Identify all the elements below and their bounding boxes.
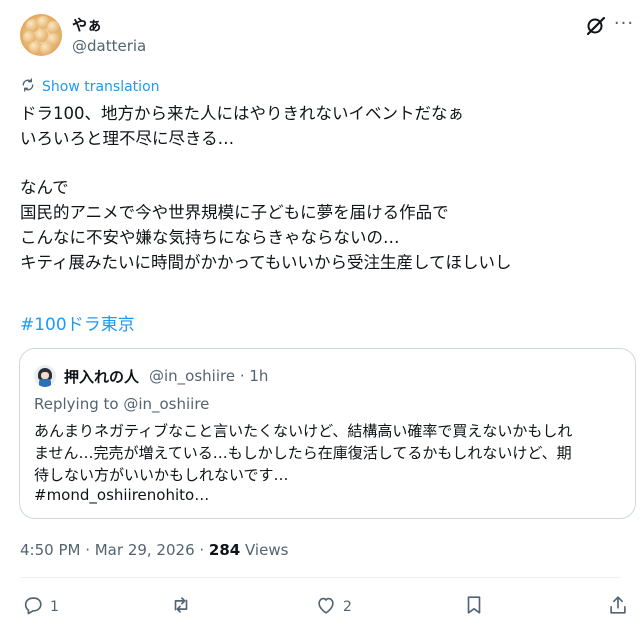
show-translation-link[interactable]: Show translation	[20, 77, 160, 97]
timestamp-text[interactable]: 4:50 PM · Mar 29, 2026 ·	[20, 541, 209, 559]
tweet-line: なんで	[20, 178, 69, 197]
author-avatar[interactable]	[20, 14, 62, 56]
quoted-replying-to: Replying to @in_oshiire	[34, 395, 210, 413]
share-button[interactable]	[607, 594, 629, 620]
bookmark-button[interactable]	[463, 594, 485, 620]
tweet-line: いろいろと理不尽に尽きる…	[20, 129, 235, 148]
tweet-text: ドラ100、地方から来た人にはやりきれないイベントだなぁ いろいろと理不尽に尽き…	[20, 101, 620, 275]
reply-icon	[22, 594, 44, 620]
tweet-line: ドラ100、地方から来た人にはやりきれないイベントだなぁ	[20, 104, 464, 123]
quoted-hashtag: #mond_oshiirenohito…	[34, 486, 210, 504]
like-icon	[315, 594, 337, 620]
tweet-line: 国民的アニメで今や世界規模に子どもに夢を届ける作品で	[20, 203, 449, 222]
author-handle[interactable]: @datteria	[72, 37, 146, 55]
quoted-line: ません…完売が増えている…もしかしたら在庫復活してるかもしれないけど、期	[34, 444, 572, 462]
translate-icon	[20, 77, 36, 97]
like-button[interactable]: 2	[315, 594, 352, 620]
quoted-author-meta: @in_oshiire · 1h	[149, 367, 269, 385]
quoted-author-avatar	[34, 365, 56, 387]
tweet-line: こんなに不安や嫌な気持ちにならきゃならないの…	[20, 228, 400, 247]
grok-icon[interactable]	[584, 14, 608, 38]
tweet-hashtag-link[interactable]: #100ドラ東京	[20, 310, 135, 335]
views-count: 284	[208, 541, 241, 559]
repost-icon	[170, 594, 192, 620]
reply-button[interactable]: 1	[22, 594, 59, 620]
bookmark-icon	[463, 594, 485, 620]
quoted-tweet[interactable]: 押入れの人 @in_oshiire · 1h Replying to @in_o…	[19, 348, 636, 519]
more-icon[interactable]: ···	[612, 14, 636, 38]
reply-count: 1	[50, 599, 59, 615]
show-translation-label: Show translation	[42, 79, 160, 95]
quoted-line: 待しない方がいいかもしれないです…	[34, 466, 289, 484]
tweet-line: キティ展みたいに時間がかかってもいいから受注生産してほしいし	[20, 253, 512, 272]
quoted-text: あんまりネガティブなこと言いたくないけど、結構高い確率で買えないかもしれ ません…	[34, 420, 624, 486]
author-display-name[interactable]: やぁ	[72, 14, 102, 35]
tweet-timestamp: 4:50 PM · Mar 29, 2026 · 284 Views	[20, 541, 288, 559]
like-count: 2	[343, 599, 352, 615]
views-label: Views	[240, 541, 289, 559]
share-icon	[607, 594, 629, 620]
quoted-author-name: 押入れの人	[64, 368, 140, 386]
repost-button[interactable]	[170, 594, 198, 620]
quoted-line: あんまりネガティブなこと言いたくないけど、結構高い確率で買えないかもしれ	[34, 422, 573, 440]
divider	[20, 577, 621, 578]
